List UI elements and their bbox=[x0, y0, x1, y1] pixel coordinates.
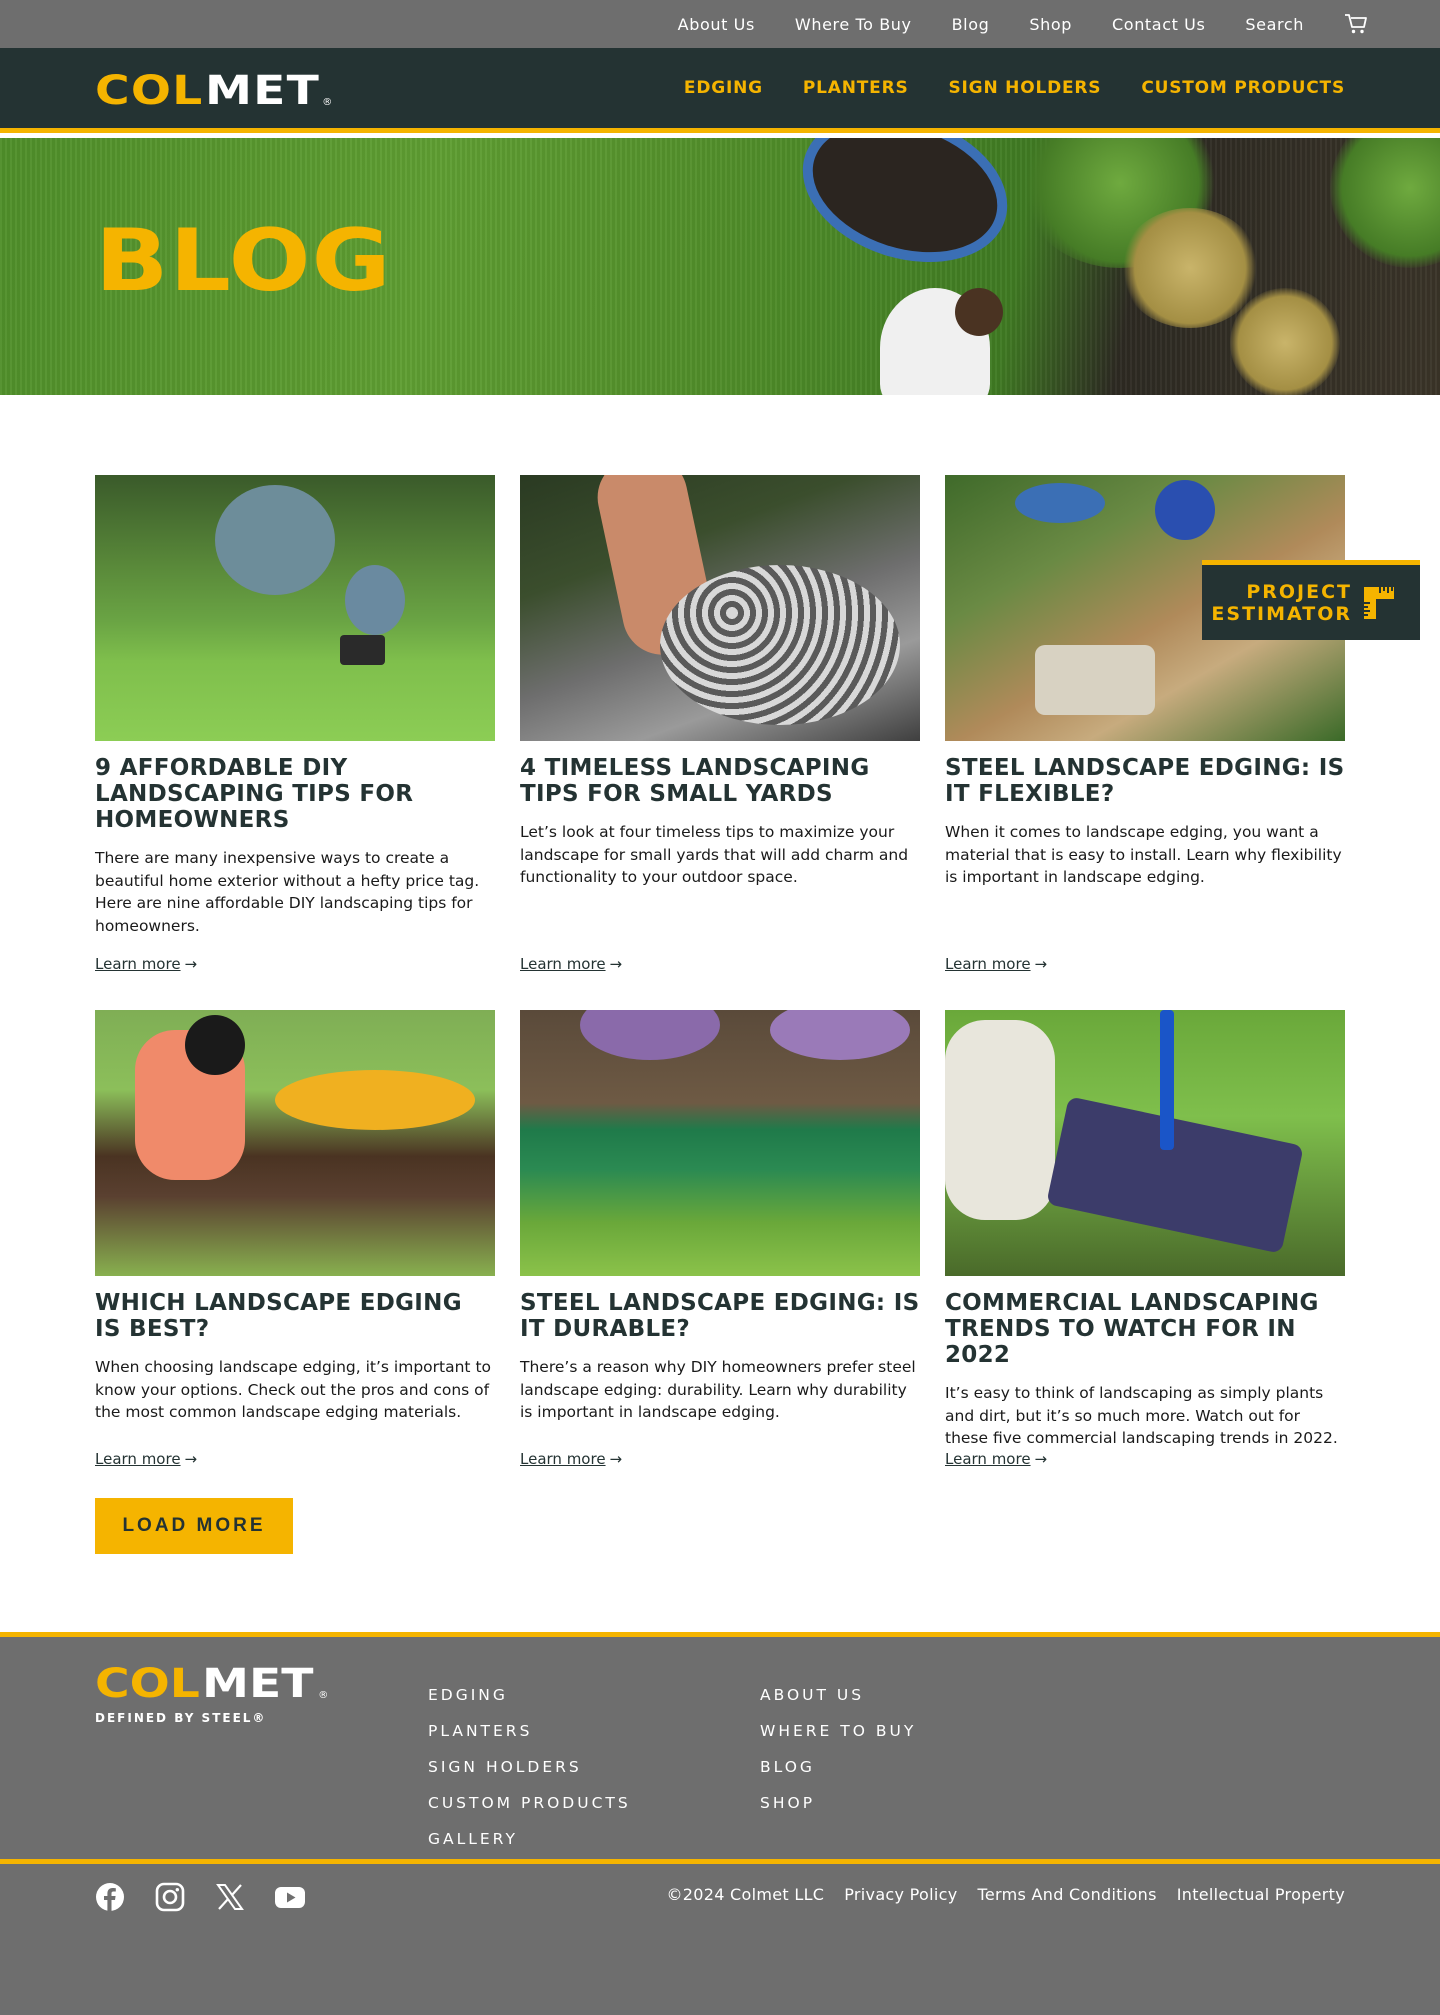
blog-card: COMMERCIAL LANDSCAPING TRENDS TO WATCH F… bbox=[945, 1010, 1345, 1470]
footer-link-where-to-buy[interactable]: WHERE TO BUY bbox=[760, 1713, 916, 1749]
logo-met: MET bbox=[204, 68, 320, 114]
learn-more-link[interactable]: Learn more → bbox=[520, 1450, 622, 1468]
estimator-line1: PROJECT bbox=[1246, 580, 1352, 603]
nav-custom-products[interactable]: CUSTOM PRODUCTS bbox=[1141, 78, 1345, 98]
learn-more-label: Learn more bbox=[520, 1450, 606, 1468]
youtube-icon[interactable] bbox=[275, 1882, 305, 1912]
legal-link-terms[interactable]: Terms And Conditions bbox=[978, 1885, 1157, 1904]
footer-link-planters[interactable]: PLANTERS bbox=[428, 1713, 631, 1749]
arrow-right-icon: → bbox=[1034, 1450, 1048, 1468]
footer-link-gallery[interactable]: GALLERY bbox=[428, 1821, 631, 1857]
blog-card-image[interactable] bbox=[95, 475, 495, 741]
ruler-icon bbox=[1362, 585, 1396, 621]
arrow-right-icon: → bbox=[609, 955, 623, 973]
util-link-where-to-buy[interactable]: Where To Buy bbox=[795, 15, 912, 34]
utility-links: About Us Where To Buy Blog Shop Contact … bbox=[638, 0, 1368, 48]
x-icon[interactable] bbox=[215, 1882, 245, 1912]
learn-more-label: Learn more bbox=[520, 955, 606, 973]
arrow-right-icon: → bbox=[184, 955, 198, 973]
logo-col: COL bbox=[95, 68, 204, 114]
footer-link-sign-holders[interactable]: SIGN HOLDERS bbox=[428, 1749, 631, 1785]
logo-met: MET bbox=[201, 1661, 314, 1707]
legal-link-intellectual-property[interactable]: Intellectual Property bbox=[1177, 1885, 1345, 1904]
facebook-icon[interactable] bbox=[95, 1882, 125, 1912]
footer-link-edging[interactable]: EDGING bbox=[428, 1677, 631, 1713]
util-link-blog[interactable]: Blog bbox=[952, 15, 990, 34]
blog-card-excerpt: There’s a reason why DIY homeowners pref… bbox=[520, 1358, 916, 1421]
footer-link-shop[interactable]: SHOP bbox=[760, 1785, 916, 1821]
blog-card: 9 AFFORDABLE DIY LANDSCAPING TIPS FOR HO… bbox=[95, 475, 495, 975]
cart-icon[interactable] bbox=[1344, 13, 1368, 35]
learn-more-link[interactable]: Learn more → bbox=[520, 955, 622, 973]
logo-col: COL bbox=[95, 1661, 200, 1707]
blog-card-title[interactable]: 9 AFFORDABLE DIY LANDSCAPING TIPS FOR HO… bbox=[95, 755, 495, 833]
blog-card: STEEL LANDSCAPE EDGING: IS IT FLEXIBLE? … bbox=[945, 475, 1345, 975]
nav-edging[interactable]: EDGING bbox=[684, 78, 763, 98]
blog-card: 4 TIMELESS LANDSCAPING TIPS FOR SMALL YA… bbox=[520, 475, 920, 975]
hero-grass-tuft bbox=[1230, 288, 1340, 395]
legal-links: ©2024 Colmet LLC Privacy Policy Terms An… bbox=[646, 1885, 1345, 1904]
primary-nav-links: EDGING PLANTERS SIGN HOLDERS CUSTOM PROD… bbox=[644, 48, 1345, 128]
logo-reg: ® bbox=[322, 97, 333, 108]
blog-card-title[interactable]: STEEL LANDSCAPE EDGING: IS IT DURABLE? bbox=[520, 1290, 920, 1342]
footer-tagline: DEFINED BY STEEL® bbox=[95, 1711, 267, 1725]
learn-more-label: Learn more bbox=[95, 955, 181, 973]
blog-card-excerpt: There are many inexpensive ways to creat… bbox=[95, 849, 480, 935]
blog-card-title[interactable]: 4 TIMELESS LANDSCAPING TIPS FOR SMALL YA… bbox=[520, 755, 920, 807]
page-title: BLOG bbox=[95, 211, 392, 311]
blog-card-title[interactable]: WHICH LANDSCAPE EDGING IS BEST? bbox=[95, 1290, 495, 1342]
footer-divider bbox=[0, 1859, 1440, 1864]
footer-link-custom-products[interactable]: CUSTOM PRODUCTS bbox=[428, 1785, 631, 1821]
main-nav: COL MET ® EDGING PLANTERS SIGN HOLDERS C… bbox=[0, 48, 1440, 133]
blog-card: STEEL LANDSCAPE EDGING: IS IT DURABLE? T… bbox=[520, 1010, 920, 1470]
learn-more-link[interactable]: Learn more → bbox=[95, 955, 197, 973]
util-link-shop[interactable]: Shop bbox=[1029, 15, 1072, 34]
estimator-label: PROJECT ESTIMATOR bbox=[1202, 581, 1352, 625]
blog-card-excerpt: When choosing landscape edging, it’s imp… bbox=[95, 1358, 491, 1421]
learn-more-label: Learn more bbox=[945, 1450, 1031, 1468]
learn-more-link[interactable]: Learn more → bbox=[95, 1450, 197, 1468]
learn-more-label: Learn more bbox=[945, 955, 1031, 973]
blog-card-image[interactable] bbox=[945, 1010, 1345, 1276]
legal-link-privacy-policy[interactable]: Privacy Policy bbox=[844, 1885, 957, 1904]
util-link-about-us[interactable]: About Us bbox=[678, 15, 755, 34]
util-link-search[interactable]: Search bbox=[1245, 15, 1304, 34]
estimator-line2: ESTIMATOR bbox=[1211, 602, 1352, 625]
util-link-contact-us[interactable]: Contact Us bbox=[1112, 15, 1205, 34]
blog-card-excerpt: When it comes to landscape edging, you w… bbox=[945, 823, 1342, 886]
footer-logo[interactable]: COL MET ® DEFINED BY STEEL® bbox=[95, 1661, 329, 1725]
load-more-button[interactable]: LOAD MORE bbox=[95, 1498, 293, 1554]
utility-bar: About Us Where To Buy Blog Shop Contact … bbox=[0, 0, 1440, 48]
blog-card-title[interactable]: COMMERCIAL LANDSCAPING TRENDS TO WATCH F… bbox=[945, 1290, 1345, 1368]
colmet-logo[interactable]: COL MET ® bbox=[95, 68, 333, 114]
learn-more-label: Learn more bbox=[95, 1450, 181, 1468]
arrow-right-icon: → bbox=[184, 1450, 198, 1468]
blog-card: WHICH LANDSCAPE EDGING IS BEST? When cho… bbox=[95, 1010, 495, 1470]
learn-more-link[interactable]: Learn more → bbox=[945, 955, 1047, 973]
blog-card-image[interactable] bbox=[520, 1010, 920, 1276]
footer: COL MET ® DEFINED BY STEEL® EDGING PLANT… bbox=[0, 1632, 1440, 2015]
blog-card-excerpt: Let’s look at four timeless tips to maxi… bbox=[520, 823, 909, 886]
footer-company-links: ABOUT US WHERE TO BUY BLOG SHOP bbox=[760, 1677, 916, 1821]
logo-reg: ® bbox=[318, 1690, 329, 1701]
learn-more-link[interactable]: Learn more → bbox=[945, 1450, 1047, 1468]
blog-card-image[interactable] bbox=[95, 1010, 495, 1276]
blog-card-excerpt: It’s easy to think of landscaping as sim… bbox=[945, 1384, 1338, 1447]
footer-link-blog[interactable]: BLOG bbox=[760, 1749, 916, 1785]
nav-sign-holders[interactable]: SIGN HOLDERS bbox=[949, 78, 1102, 98]
hero-grass-tuft bbox=[1120, 208, 1260, 328]
arrow-right-icon: → bbox=[1034, 955, 1048, 973]
project-estimator-button[interactable]: PROJECT ESTIMATOR bbox=[1202, 560, 1420, 640]
hero-gardener-head bbox=[955, 288, 1003, 336]
arrow-right-icon: → bbox=[609, 1450, 623, 1468]
social-links bbox=[95, 1882, 335, 1912]
nav-planters[interactable]: PLANTERS bbox=[803, 78, 909, 98]
instagram-icon[interactable] bbox=[155, 1882, 185, 1912]
footer-products-links: EDGING PLANTERS SIGN HOLDERS CUSTOM PROD… bbox=[428, 1677, 631, 1857]
copyright-text: ©2024 Colmet LLC bbox=[666, 1885, 825, 1904]
hero-banner: BLOG bbox=[0, 138, 1440, 395]
footer-link-about-us[interactable]: ABOUT US bbox=[760, 1677, 916, 1713]
blog-card-image[interactable] bbox=[520, 475, 920, 741]
blog-card-title[interactable]: STEEL LANDSCAPE EDGING: IS IT FLEXIBLE? bbox=[945, 755, 1345, 807]
